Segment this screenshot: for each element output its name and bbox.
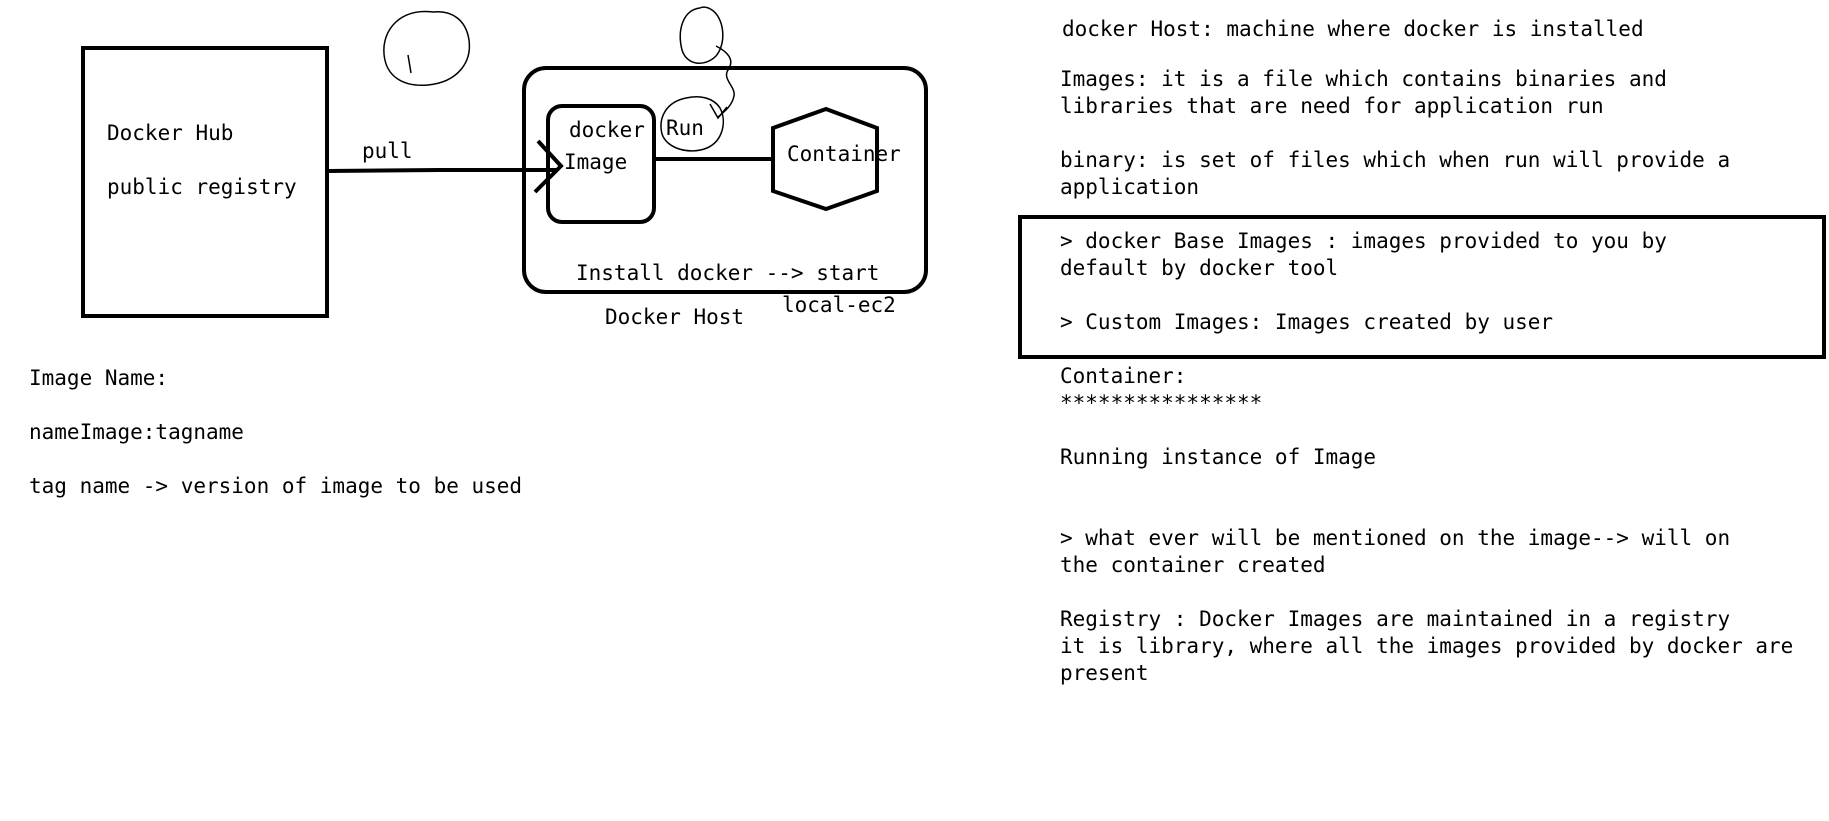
pull-label: pull — [362, 139, 413, 163]
tag-name-description: tag name -> version of image to be used — [29, 474, 523, 498]
docker-host-box — [522, 66, 928, 294]
docker-hub-subtitle: public registry — [107, 175, 297, 199]
image-name-heading: Image Name: — [29, 366, 169, 390]
docker-host-definition: docker Host: machine where docker is ins… — [1062, 17, 1644, 41]
custom-images-line: > Custom Images: Images created by user — [1060, 310, 1554, 334]
base-images-line-2: default by docker tool — [1060, 256, 1339, 280]
registry-line-1: Registry : Docker Images are maintained … — [1060, 607, 1731, 631]
mention-line-2: the container created — [1060, 553, 1326, 577]
images-definition-line-2: libraries that are need for application … — [1060, 94, 1604, 118]
step-one-scribble — [383, 10, 471, 87]
host-label: Docker Host — [605, 305, 745, 329]
install-label: Install docker --> start — [576, 261, 880, 285]
binary-definition-line-1: binary: is set of files which when run w… — [1060, 148, 1731, 172]
registry-line-3: present — [1060, 661, 1149, 685]
run-label: Run — [666, 116, 704, 140]
step-one-mark — [407, 54, 412, 74]
step-two-scribble — [679, 6, 724, 64]
container-label: Container — [787, 142, 901, 166]
image-name-format: nameImage:tagname — [29, 420, 244, 444]
image-label-bottom: Image — [564, 150, 628, 174]
container-heading: Container: — [1060, 364, 1187, 388]
image-label-top: docker — [569, 118, 645, 142]
base-images-line-1: > docker Base Images : images provided t… — [1060, 229, 1667, 253]
docker-hub-title: Docker Hub — [107, 121, 234, 145]
registry-line-2: it is library, where all the images prov… — [1060, 634, 1794, 658]
diagram-canvas — [81, 6, 1826, 359]
mention-line-1: > what ever will be mentioned on the ima… — [1060, 526, 1731, 550]
binary-definition-line-2: application — [1060, 175, 1200, 199]
host-sublabel: local-ec2 — [782, 293, 896, 317]
images-definition-line-1: Images: it is a file which contains bina… — [1060, 67, 1667, 91]
container-definition: Running instance of Image — [1060, 445, 1377, 469]
container-stars: **************** — [1060, 391, 1263, 415]
